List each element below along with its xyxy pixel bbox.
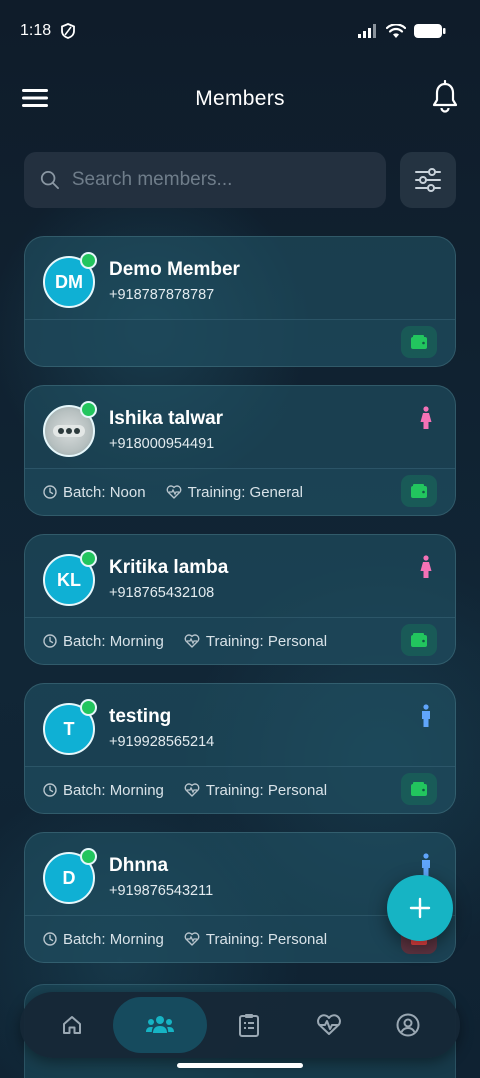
avatar-initials: D: [62, 867, 76, 888]
bottom-navigation: [20, 992, 460, 1058]
search-input[interactable]: [71, 169, 370, 191]
avatar-initials: T: [63, 718, 75, 739]
members-icon: [146, 1016, 175, 1033]
batch-label: Batch: Morning: [63, 632, 164, 650]
online-status-dot: [80, 699, 97, 716]
shield-icon: [61, 23, 76, 39]
wallet-button[interactable]: [401, 773, 437, 805]
heart-pulse-icon: [184, 783, 200, 797]
training-label: Training: Personal: [205, 632, 328, 650]
batch-info: Batch: Morning: [43, 782, 164, 799]
nav-plans[interactable]: [211, 997, 287, 1053]
signal-icon: [358, 24, 376, 38]
avatar-initials: KL: [57, 569, 81, 590]
batch-info: Batch: Morning: [43, 931, 164, 948]
member-phone: +918765432108: [109, 585, 215, 601]
batch-label: Batch: Morning: [63, 930, 164, 948]
member-name: Dhnna: [109, 855, 169, 876]
batch-label: Batch: Noon: [63, 483, 146, 501]
training-info: Training: General: [166, 484, 303, 501]
notification-bell-icon[interactable]: [430, 80, 460, 114]
card-footer: Batch: Noon Training: General: [25, 468, 455, 515]
training-label: Training: Personal: [205, 930, 328, 948]
female-icon: [420, 555, 432, 578]
batch-info: Batch: Noon: [43, 484, 146, 501]
training-info: Training: Personal: [184, 931, 327, 948]
member-list: DM Demo Member +918787878787 Ishika talw…: [24, 236, 456, 981]
wallet-icon: [411, 335, 427, 349]
batch-label: Batch: Morning: [63, 781, 164, 799]
member-card[interactable]: T testing +919928565214 Batch: Morning T…: [24, 683, 456, 814]
page-title: Members: [195, 87, 285, 110]
training-label: Training: General: [187, 483, 303, 501]
clipboard-icon: [238, 1014, 259, 1037]
member-phone: +918000954491: [109, 436, 215, 452]
wallet-button[interactable]: [401, 624, 437, 656]
profile-photo-image: [53, 425, 85, 437]
clock-icon: [43, 634, 57, 648]
online-status-dot: [80, 401, 97, 418]
wallet-icon: [411, 633, 427, 647]
heart-pulse-icon: [184, 634, 200, 648]
member-card[interactable]: DM Demo Member +918787878787: [24, 236, 456, 367]
member-phone: +919928565214: [109, 734, 215, 750]
wallet-button[interactable]: [401, 326, 437, 358]
wallet-button[interactable]: [401, 475, 437, 507]
member-card[interactable]: KL Kritika lamba +918765432108 Batch: Mo…: [24, 534, 456, 665]
search-icon: [40, 170, 59, 190]
male-icon: [422, 853, 430, 876]
wifi-icon: [386, 23, 406, 38]
filter-sliders-icon: [415, 168, 441, 192]
home-indicator: [177, 1063, 303, 1068]
nav-members[interactable]: [113, 997, 208, 1053]
clock-icon: [43, 485, 57, 499]
training-info: Training: Personal: [184, 633, 327, 650]
card-footer: Batch: Morning Training: Personal: [25, 617, 455, 664]
wallet-icon: [411, 484, 427, 498]
male-icon: [422, 704, 430, 727]
nav-home[interactable]: [34, 997, 110, 1053]
app-header: Members: [0, 76, 480, 122]
training-label: Training: Personal: [205, 781, 328, 799]
member-name: Kritika lamba: [109, 557, 229, 578]
training-info: Training: Personal: [184, 782, 327, 799]
online-status-dot: [80, 848, 97, 865]
avatar-initials: DM: [55, 271, 83, 292]
filter-button[interactable]: [400, 152, 456, 208]
profile-icon: [396, 1013, 420, 1037]
nav-health[interactable]: [291, 997, 367, 1053]
card-footer: Batch: Morning Training: Personal: [25, 766, 455, 813]
member-card[interactable]: Ishika talwar +918000954491 Batch: Noon …: [24, 385, 456, 516]
female-icon: [420, 406, 432, 429]
heart-pulse-icon: [316, 1014, 341, 1035]
member-phone: +918787878787: [109, 287, 215, 303]
search-box[interactable]: [24, 152, 386, 208]
member-name: testing: [109, 706, 172, 727]
clock-icon: [43, 932, 57, 946]
nav-profile[interactable]: [370, 997, 446, 1053]
batch-info: Batch: Morning: [43, 633, 164, 650]
member-phone: +919876543211: [109, 883, 214, 899]
online-status-dot: [80, 252, 97, 269]
search-row: [24, 152, 456, 208]
heart-pulse-icon: [184, 932, 200, 946]
online-status-dot: [80, 550, 97, 567]
card-footer: [25, 319, 455, 366]
clock-icon: [43, 783, 57, 797]
add-member-button[interactable]: [387, 875, 453, 941]
plus-icon: [409, 897, 431, 919]
status-time: 1:18: [20, 22, 52, 39]
home-icon: [62, 1016, 81, 1034]
heart-pulse-icon: [166, 485, 181, 499]
wallet-icon: [411, 782, 427, 796]
member-name: Demo Member: [109, 259, 240, 280]
battery-icon: [414, 24, 446, 38]
member-name: Ishika talwar: [109, 408, 224, 429]
status-bar: 1:18: [0, 0, 480, 62]
menu-icon[interactable]: [22, 88, 48, 108]
